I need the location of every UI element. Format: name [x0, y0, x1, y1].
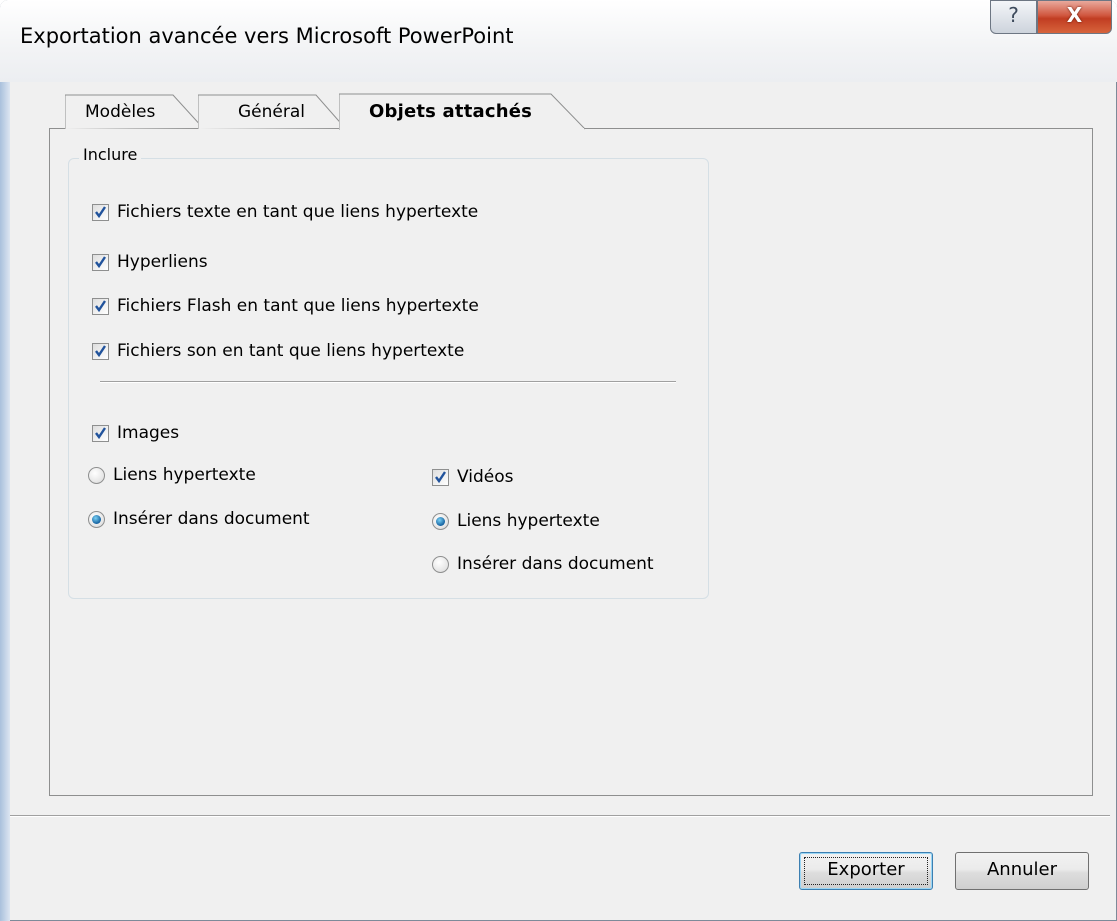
- window-title: Exportation avancée vers Microsoft Power…: [20, 24, 514, 48]
- tab-attached-objects-label: Objets attachés: [369, 101, 533, 122]
- include-group-box: [68, 158, 709, 599]
- checkbox-label: Hyperliens: [117, 252, 208, 272]
- checkmark-icon: [95, 256, 106, 269]
- close-icon: X: [1066, 3, 1083, 27]
- checkbox-box[interactable]: [92, 425, 109, 442]
- tab-general[interactable]: Général: [198, 93, 348, 129]
- radio-circle[interactable]: [88, 511, 105, 528]
- checkmark-icon: [95, 427, 106, 440]
- radio-label: Insérer dans document: [113, 509, 310, 529]
- radio-circle[interactable]: [432, 556, 449, 573]
- checkbox-box[interactable]: [92, 204, 109, 221]
- checkbox-box[interactable]: [92, 254, 109, 271]
- checkbox-label: Images: [117, 423, 180, 443]
- tab-models-label: Modèles: [85, 102, 156, 122]
- window-frame-edge: [0, 82, 10, 921]
- help-button[interactable]: ?: [990, 0, 1037, 34]
- checkmark-icon: [95, 300, 106, 313]
- tab-general-label: Général: [238, 102, 305, 122]
- checkbox-label: Fichiers texte en tant que liens hyperte…: [117, 202, 479, 222]
- tab-models[interactable]: Modèles: [65, 93, 205, 129]
- help-icon: ?: [1008, 3, 1019, 27]
- export-button[interactable]: Exporter: [799, 852, 933, 890]
- radio-circle[interactable]: [432, 513, 449, 530]
- radio-label: Liens hypertexte: [457, 511, 600, 531]
- checkmark-icon: [95, 206, 106, 219]
- checkbox-label: Vidéos: [457, 467, 514, 487]
- checkmark-icon: [435, 471, 446, 484]
- checkbox-box[interactable]: [92, 298, 109, 315]
- cancel-button-label: Annuler: [986, 859, 1057, 880]
- close-button[interactable]: X: [1037, 0, 1112, 34]
- checkmark-icon: [95, 345, 106, 358]
- group-separator: [100, 381, 676, 383]
- radio-label: Insérer dans document: [457, 554, 654, 574]
- radio-label: Liens hypertexte: [113, 465, 256, 485]
- include-group-legend: Inclure: [79, 145, 142, 164]
- cancel-button[interactable]: Annuler: [955, 852, 1089, 890]
- focus-rectangle: [804, 857, 928, 885]
- checkbox-label: Fichiers son en tant que liens hypertext…: [117, 341, 465, 361]
- checkbox-box[interactable]: [432, 469, 449, 486]
- checkbox-box[interactable]: [92, 343, 109, 360]
- checkbox-label: Fichiers Flash en tant que liens hyperte…: [117, 296, 479, 316]
- tab-attached-objects[interactable]: Objets attachés: [339, 93, 589, 130]
- radio-circle[interactable]: [88, 467, 105, 484]
- footer-separator: [10, 815, 1110, 817]
